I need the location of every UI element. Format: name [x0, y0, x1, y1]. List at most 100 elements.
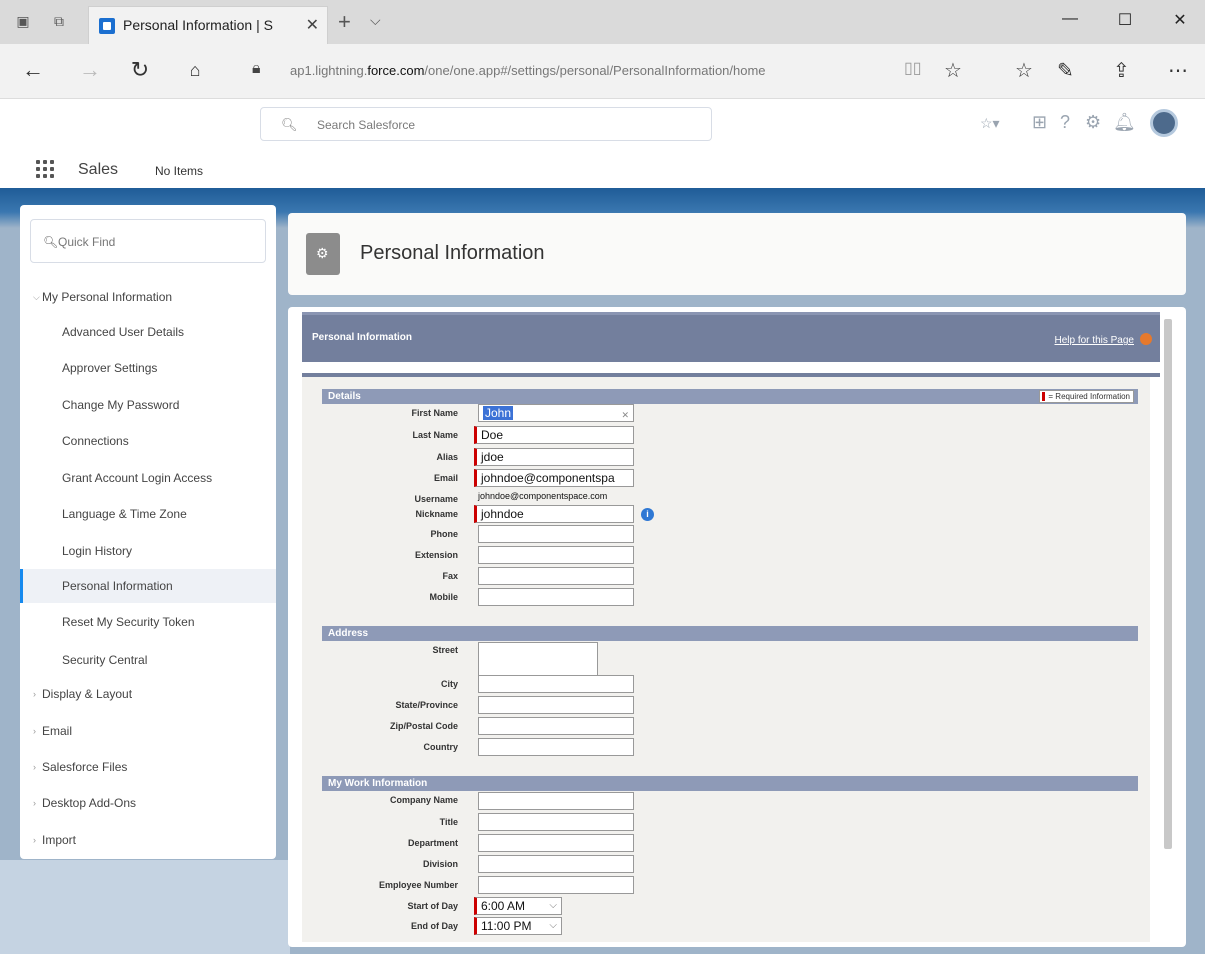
sidebar-item-approver-settings[interactable]: Approver Settings [20, 351, 276, 385]
reading-view-icon[interactable]: ▯▯ [904, 58, 922, 78]
lock-icon: 🔒︎ [252, 60, 261, 77]
sidebar-item-salesforce-files[interactable]: › Salesforce Files [20, 750, 276, 784]
refresh-icon[interactable]: ↻ [125, 58, 155, 82]
country-label: Country [423, 742, 459, 752]
zip-input[interactable] [478, 717, 634, 735]
sidebar-item-display-layout[interactable]: › Display & Layout [20, 677, 276, 711]
employee-number-label: Employee Number [378, 880, 458, 890]
country-input[interactable] [478, 738, 634, 756]
first-name-input[interactable]: John ✕ [478, 404, 634, 422]
minimize-icon[interactable]: — [1055, 10, 1085, 28]
browser-tab-bar: ▣ ⧉ Personal Information | S ✕ + ⌵ — ☐ ✕ [0, 0, 1205, 44]
setup-sidebar: 🔍︎ Quick Find ⌵ My Personal Information … [20, 205, 276, 859]
clear-icon[interactable]: ✕ [621, 407, 629, 421]
help-for-this-page-link[interactable]: Help for this Page [1055, 335, 1135, 346]
home-icon[interactable]: ⌂ [180, 58, 210, 82]
last-name-input[interactable]: Doe [474, 426, 634, 444]
sidebar-item-language-time-zone[interactable]: Language & Time Zone [20, 497, 276, 531]
sidebar-item-desktop-add-ons[interactable]: › Desktop Add-Ons [20, 786, 276, 820]
favorite-star-icon[interactable]: ☆ [944, 58, 962, 83]
email-label: Email [433, 473, 458, 483]
sidebar-item-my-personal-information[interactable]: ⌵ My Personal Information [20, 280, 276, 314]
first-name-label: First Name [411, 408, 458, 418]
global-search-input[interactable]: 🔍︎ Search Salesforce [260, 107, 712, 141]
start-of-day-select[interactable]: 6:00 AM ⌵ [474, 897, 562, 915]
sidebar-item-reset-my-security-token[interactable]: Reset My Security Token [20, 605, 276, 639]
quick-find-input[interactable]: 🔍︎ Quick Find [30, 219, 266, 263]
content-scrollbar[interactable] [1164, 319, 1172, 849]
help-icon[interactable] [1140, 333, 1152, 345]
nickname-label: Nickname [415, 509, 458, 519]
username-value: johndoe@componentspace.com [478, 491, 608, 501]
street-label: Street [432, 645, 458, 655]
sidebar-item-personal-information[interactable]: Personal Information [20, 569, 276, 603]
info-icon[interactable]: i [641, 508, 654, 521]
phone-input[interactable] [478, 525, 634, 543]
street-textarea[interactable] [478, 642, 598, 676]
tab-close-icon[interactable]: ✕ [306, 15, 319, 35]
fax-input[interactable] [478, 567, 634, 585]
browser-tab[interactable]: Personal Information | S ✕ [88, 6, 328, 44]
share-icon[interactable]: ⇪ [1113, 58, 1130, 83]
nickname-input[interactable]: johndoe [474, 505, 634, 523]
company-name-input[interactable] [478, 792, 634, 810]
city-label: City [440, 679, 458, 689]
section-address: Address [322, 626, 1138, 641]
sidebar-item-change-my-password[interactable]: Change My Password [20, 388, 276, 422]
tab-title: Personal Information | S [123, 17, 273, 33]
page-title: Personal Information [360, 242, 545, 264]
content-card: Personal Information Help for this Page … [288, 307, 1186, 947]
employee-number-input[interactable] [478, 876, 634, 894]
phone-label: Phone [430, 529, 458, 539]
username-label: Username [414, 494, 458, 504]
global-actions-icon[interactable]: ⊞ [1032, 112, 1047, 133]
app-launcher-icon[interactable] [36, 160, 54, 178]
division-input[interactable] [478, 855, 634, 873]
setup-gear-icon[interactable]: ⚙ [1085, 112, 1101, 133]
state-input[interactable] [478, 696, 634, 714]
department-input[interactable] [478, 834, 634, 852]
end-of-day-label: End of Day [410, 921, 458, 931]
chevron-right-icon: › [33, 798, 36, 808]
sidebar-item-advanced-user-details[interactable]: Advanced User Details [20, 315, 276, 349]
forward-icon[interactable]: → [75, 58, 105, 82]
fax-label: Fax [442, 571, 458, 581]
tab-dropdown-icon[interactable]: ⌵ [370, 12, 381, 29]
tab-preview-icon[interactable]: ⧉ [50, 12, 68, 30]
sidebar-item-import[interactable]: › Import [20, 823, 276, 857]
more-options-icon[interactable]: ⋯ [1168, 58, 1188, 83]
email-input[interactable]: johndoe@componentspa [474, 469, 634, 487]
new-tab-icon[interactable]: + [338, 9, 351, 35]
last-name-label: Last Name [412, 430, 458, 440]
sidebar-item-login-history[interactable]: Login History [20, 534, 276, 568]
maximize-icon[interactable]: ☐ [1110, 10, 1140, 30]
section-my-work-information: My Work Information [322, 776, 1138, 791]
pen-notes-icon[interactable]: ✎ [1057, 58, 1074, 83]
avatar[interactable] [1150, 109, 1178, 137]
sidebar-item-connections[interactable]: Connections [20, 424, 276, 458]
extension-input[interactable] [478, 546, 634, 564]
mobile-input[interactable] [478, 588, 634, 606]
title-input[interactable] [478, 813, 634, 831]
end-of-day-select[interactable]: 11:00 PM ⌵ [474, 917, 562, 935]
url-field[interactable]: ap1.lightning.force.com/one/one.app#/set… [290, 63, 766, 78]
chevron-down-icon: ⌵ [549, 900, 557, 911]
close-window-icon[interactable]: ✕ [1165, 10, 1195, 30]
sidebar-item-email[interactable]: › Email [20, 714, 276, 748]
notifications-bell-icon[interactable]: 🔔︎ [1113, 112, 1136, 133]
favorites-hub-icon[interactable]: ☆ [1015, 58, 1033, 83]
alias-input[interactable]: jdoe [474, 448, 634, 466]
search-icon: 🔍︎ [43, 235, 59, 249]
favorites-icon[interactable]: ☆▾ [980, 115, 1000, 132]
sidebar-item-grant-account-login-access[interactable]: Grant Account Login Access [20, 461, 276, 495]
settings-gear-icon: ⚙ [306, 233, 340, 275]
city-input[interactable] [478, 675, 634, 693]
sidebar-item-security-central[interactable]: Security Central [20, 643, 276, 677]
back-icon[interactable]: ← [18, 58, 48, 82]
app-name: Sales [78, 161, 119, 178]
start-of-day-label: Start of Day [407, 901, 458, 911]
state-label: State/Province [395, 700, 458, 710]
tab-actions-icon[interactable]: ▣ [14, 12, 32, 30]
help-icon[interactable]: ? [1060, 112, 1070, 133]
division-label: Division [422, 859, 458, 869]
